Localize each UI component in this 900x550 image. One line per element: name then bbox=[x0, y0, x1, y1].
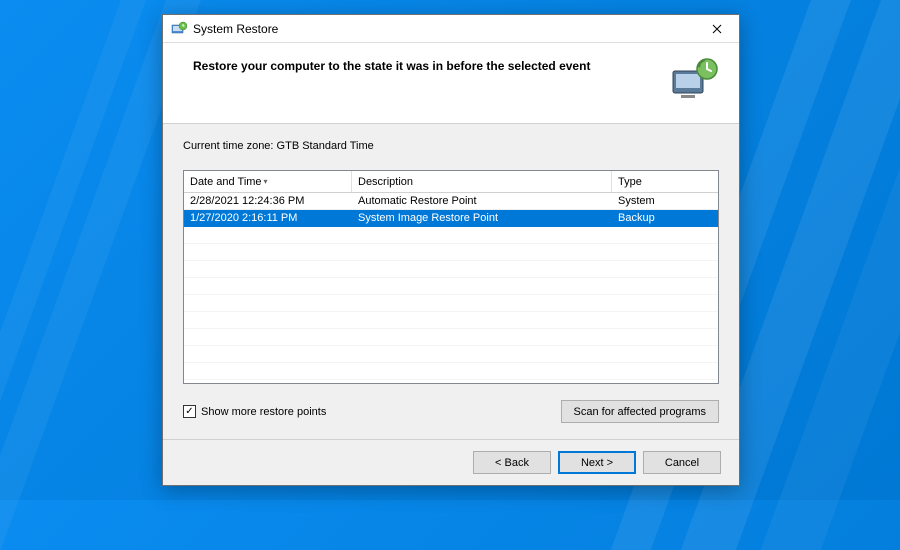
empty-row bbox=[184, 295, 718, 312]
list-header: Date and Time ▾ Description Type bbox=[184, 171, 718, 193]
empty-row bbox=[184, 244, 718, 261]
column-type[interactable]: Type bbox=[612, 171, 718, 192]
restore-wizard-icon bbox=[671, 57, 719, 101]
cell-datetime: 1/27/2020 2:16:11 PM bbox=[184, 212, 352, 224]
wizard-footer: < Back Next > Cancel bbox=[163, 439, 739, 485]
cancel-button[interactable]: Cancel bbox=[643, 451, 721, 474]
list-body: 2/28/2021 12:24:36 PM Automatic Restore … bbox=[184, 193, 718, 383]
titlebar: System Restore bbox=[163, 15, 739, 43]
restore-points-list: Date and Time ▾ Description Type 2/28/20… bbox=[183, 170, 719, 384]
table-row[interactable]: 1/27/2020 2:16:11 PM System Image Restor… bbox=[184, 210, 718, 227]
checkmark-icon: ✓ bbox=[185, 407, 193, 417]
empty-row bbox=[184, 261, 718, 278]
cell-type: System bbox=[612, 195, 718, 207]
show-more-label: Show more restore points bbox=[201, 406, 326, 418]
header-panel: Restore your computer to the state it wa… bbox=[163, 43, 739, 124]
checkbox-box: ✓ bbox=[183, 405, 196, 418]
column-datetime[interactable]: Date and Time ▾ bbox=[184, 171, 352, 192]
empty-row bbox=[184, 278, 718, 295]
page-title: Restore your computer to the state it wa… bbox=[193, 57, 661, 73]
options-row: ✓ Show more restore points Scan for affe… bbox=[183, 400, 719, 423]
close-icon bbox=[712, 24, 722, 34]
back-button[interactable]: < Back bbox=[473, 451, 551, 474]
table-row[interactable]: 2/28/2021 12:24:36 PM Automatic Restore … bbox=[184, 193, 718, 210]
close-button[interactable] bbox=[695, 15, 739, 43]
empty-row bbox=[184, 329, 718, 346]
column-type-label: Type bbox=[618, 176, 642, 188]
column-description-label: Description bbox=[358, 176, 413, 188]
cell-description: System Image Restore Point bbox=[352, 212, 612, 224]
system-restore-dialog: System Restore Restore your computer to … bbox=[162, 14, 740, 486]
empty-row bbox=[184, 363, 718, 380]
scan-affected-button[interactable]: Scan for affected programs bbox=[561, 400, 719, 423]
cell-type: Backup bbox=[612, 212, 718, 224]
show-more-checkbox[interactable]: ✓ Show more restore points bbox=[183, 405, 326, 418]
column-datetime-label: Date and Time bbox=[190, 176, 262, 188]
empty-row bbox=[184, 346, 718, 363]
sort-desc-icon: ▾ bbox=[264, 177, 268, 186]
system-restore-icon bbox=[171, 21, 187, 37]
cell-description: Automatic Restore Point bbox=[352, 195, 612, 207]
window-title: System Restore bbox=[193, 22, 278, 36]
cell-datetime: 2/28/2021 12:24:36 PM bbox=[184, 195, 352, 207]
empty-row bbox=[184, 312, 718, 329]
empty-row bbox=[184, 227, 718, 244]
timezone-label: Current time zone: GTB Standard Time bbox=[183, 140, 719, 152]
body-panel: Current time zone: GTB Standard Time Dat… bbox=[163, 124, 739, 439]
next-button[interactable]: Next > bbox=[558, 451, 636, 474]
column-description[interactable]: Description bbox=[352, 171, 612, 192]
